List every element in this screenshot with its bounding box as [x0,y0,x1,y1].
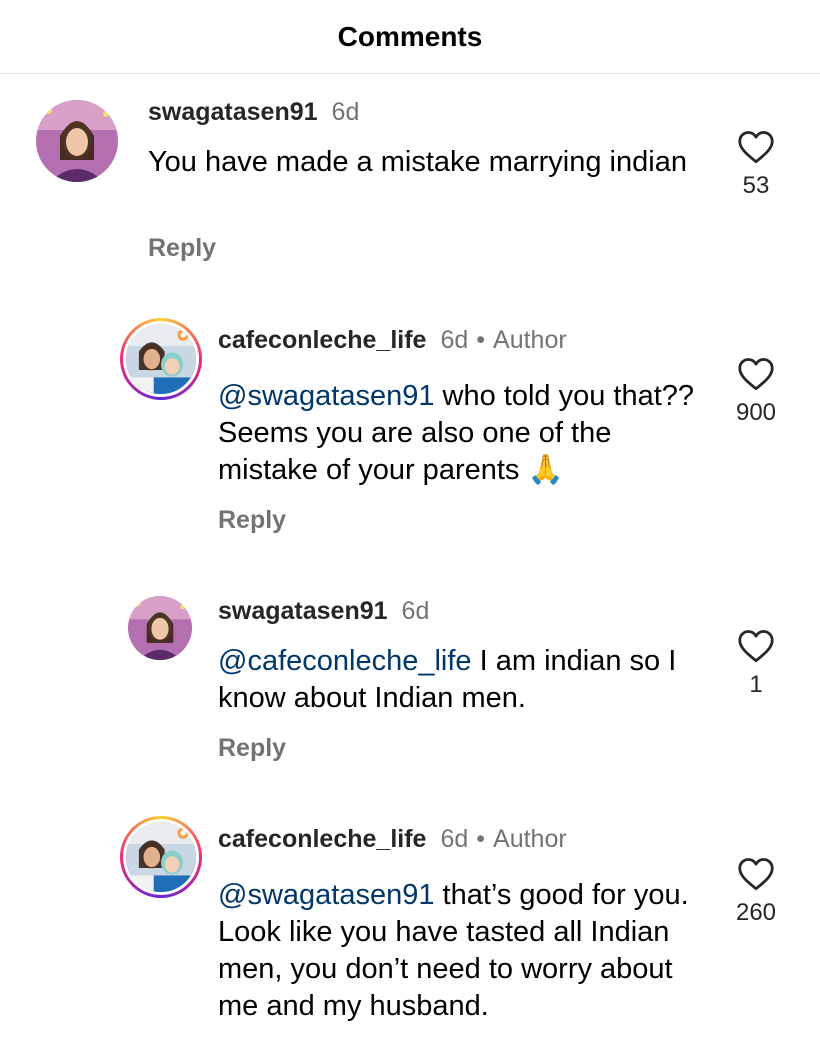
avatar[interactable] [36,100,118,182]
comment-username[interactable]: swagatasen91 [148,98,318,126]
comments-header: Comments [0,0,820,74]
author-badge: Author [493,825,567,853]
like-button[interactable]: 53 [716,130,796,200]
comment-text: @cafeconleche_life I am indian so I know… [218,645,677,714]
separator-dot: • [476,825,486,853]
comment-username[interactable]: swagatasen91 [218,597,388,625]
comment-timestamp: 6d [401,597,430,625]
like-count: 53 [742,172,770,199]
like-count: 900 [735,399,777,426]
avatar[interactable] [120,318,202,400]
heart-outline-icon[interactable] [737,629,775,663]
avatar[interactable] [120,816,202,898]
avatar-photo-icon [128,596,192,660]
mention-link[interactable]: @swagatasen91 [218,380,434,412]
reply-button[interactable]: Reply [218,733,286,763]
comment-timestamp: 6d [440,825,469,853]
mention-link[interactable]: @cafeconleche_life [218,645,472,677]
author-badge: Author [493,326,567,354]
comment-timestamp: 6d [331,98,360,126]
reply-button[interactable]: Reply [148,233,216,263]
comment-text: @swagatasen91 that’s good for you. Look … [218,879,689,1022]
page-title: Comments [337,20,483,52]
comment-text: You have made a mistake marrying indian [148,146,687,178]
like-count: 260 [735,899,777,926]
avatar[interactable] [128,596,192,660]
separator-dot: • [476,326,486,354]
like-button[interactable]: 900 [716,357,796,427]
heart-outline-icon[interactable] [737,857,775,891]
like-button[interactable]: 1 [716,629,796,699]
avatar-photo-icon [36,100,118,182]
mention-link[interactable]: @swagatasen91 [218,879,434,911]
heart-outline-icon[interactable] [737,357,775,391]
reply-button[interactable]: Reply [218,505,286,535]
comment-username[interactable]: cafeconleche_life [218,326,426,354]
comment-text: @swagatasen91 who told you that?? Seems … [218,380,695,486]
heart-outline-icon[interactable] [737,130,775,164]
avatar-photo-icon [126,822,196,892]
comment-timestamp: 6d [440,326,469,354]
comment-username[interactable]: cafeconleche_life [218,825,426,853]
like-count: 1 [749,671,763,698]
like-button[interactable]: 260 [716,857,796,927]
avatar-photo-icon [126,324,196,394]
